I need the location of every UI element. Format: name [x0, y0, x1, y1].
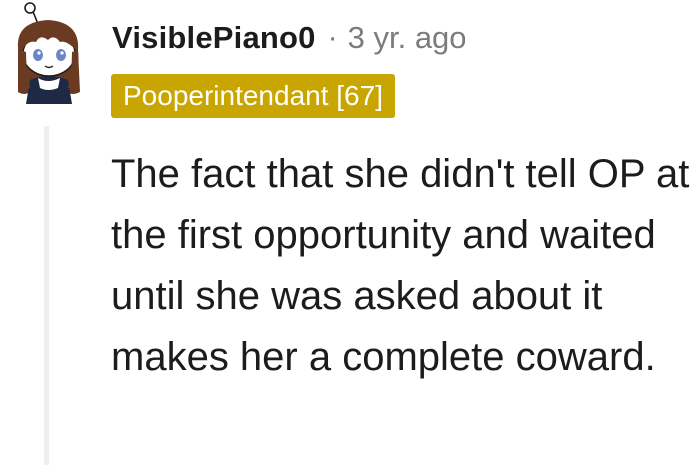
meta-separator: · — [327, 21, 338, 54]
user-flair: Pooperintendant [67] — [111, 74, 395, 118]
comment-timestamp[interactable]: 3 yr. ago — [348, 20, 467, 56]
comment-header: VisiblePiano0 · 3 yr. ago — [112, 16, 467, 60]
comment: VisiblePiano0 · 3 yr. ago Pooperintendan… — [0, 0, 700, 465]
username-link[interactable]: VisiblePiano0 — [112, 20, 316, 56]
comment-body-text: The fact that she didn't tell OP at the … — [111, 152, 690, 379]
thread-collapse-line[interactable] — [44, 126, 49, 465]
comment-body: The fact that she didn't tell OP at the … — [111, 144, 696, 388]
snoo-avatar-icon — [17, 2, 80, 104]
user-avatar[interactable] — [8, 0, 94, 104]
